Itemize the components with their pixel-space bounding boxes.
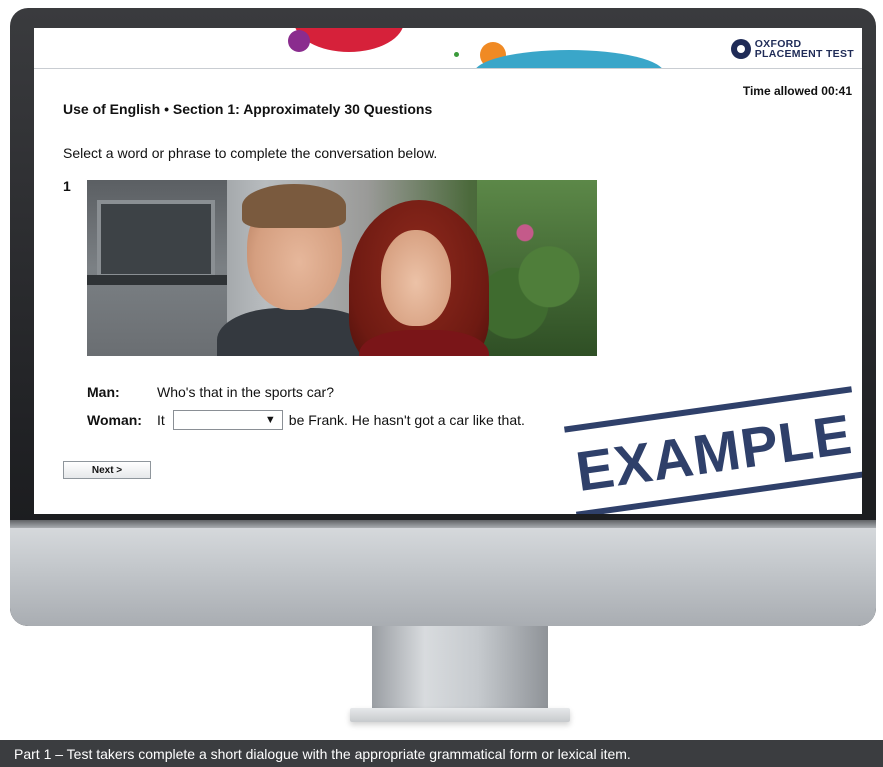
- test-screen: OXFORD PLACEMENT TEST Time allowed 00:41…: [34, 28, 862, 514]
- photo-window: [97, 200, 215, 278]
- dialogue-line-man: Man: Who's that in the sports car?: [87, 382, 334, 402]
- monitor-stand: [372, 626, 548, 712]
- gear-logo-icon: [730, 39, 751, 59]
- monitor-chin: [10, 520, 876, 626]
- photo-man-hair: [242, 184, 346, 228]
- dialogue-line-woman: Woman: It ▼ be Frank. He hasn't got a ca…: [87, 409, 525, 431]
- logo-line-2: PLACEMENT TEST: [754, 48, 854, 60]
- monitor-chin-edge: [10, 520, 876, 528]
- photo-building: [87, 180, 227, 356]
- figure-caption: Part 1 – Test takers complete a short di…: [0, 740, 883, 767]
- answer-dropdown[interactable]: ▼: [172, 410, 283, 430]
- chevron-down-icon: ▼: [264, 414, 276, 426]
- photo-woman: [349, 200, 489, 356]
- banner-red-shape: [294, 28, 404, 52]
- photo-man: [217, 184, 377, 356]
- instruction-text: Select a word or phrase to complete the …: [63, 145, 438, 161]
- photo-balcony: [87, 275, 227, 285]
- time-allowed: Time allowed 00:41: [742, 84, 852, 98]
- section-title: Use of English • Section 1: Approximatel…: [63, 101, 433, 117]
- header-banner: OXFORD PLACEMENT TEST: [34, 28, 862, 69]
- man-line-text: Who's that in the sports car?: [157, 384, 334, 400]
- example-stamp: EXAMPLE: [564, 386, 862, 514]
- speaker-man-label: Man:: [87, 384, 120, 400]
- question-photo: [87, 180, 597, 356]
- logo-text: OXFORD PLACEMENT TEST: [754, 39, 854, 60]
- question-number: 1: [63, 178, 71, 194]
- woman-line-start: It: [157, 412, 165, 428]
- photo-woman-face: [381, 230, 451, 326]
- banner-purple-shape: [288, 30, 310, 52]
- woman-line-end: be Frank. He hasn't got a car like that.: [288, 412, 525, 428]
- monitor-stand-base: [350, 708, 570, 722]
- banner-green-dot: [454, 52, 459, 57]
- photo-foliage: [477, 180, 597, 356]
- next-button[interactable]: Next >: [63, 461, 151, 479]
- oxford-placement-test-logo: OXFORD PLACEMENT TEST: [730, 37, 854, 61]
- speaker-woman-label: Woman:: [87, 412, 142, 428]
